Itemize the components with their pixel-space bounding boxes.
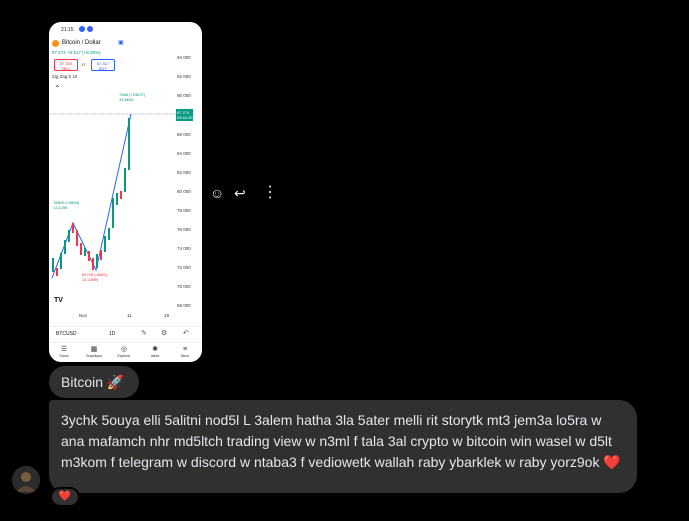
- chart-screenshot-image[interactable]: 21:15 Bitcoin / Dollar ▣ 87 274 +6 517 (…: [49, 22, 202, 362]
- price-change: 87 274 +6 517 (+8.06%): [52, 50, 101, 55]
- reply-icon[interactable]: ↩: [234, 184, 246, 202]
- message-text: 3ychk 5ouya elli 5alitni nod5l L 3alem h…: [61, 412, 621, 470]
- tab-idees: ✺ Idées: [142, 345, 168, 358]
- pen-icon: ✎: [141, 330, 147, 337]
- status-bar: 21:15: [49, 22, 202, 36]
- y-tick: 78 000: [177, 208, 191, 213]
- avatar[interactable]: [12, 466, 40, 494]
- chart-icon: ▦: [90, 346, 98, 353]
- y-tick: 68 000: [177, 303, 191, 308]
- y-tick: 84 000: [177, 151, 191, 156]
- lightbulb-icon: ✺: [152, 346, 158, 353]
- list-icon: ☰: [60, 346, 68, 353]
- heart-icon: ❤️: [58, 491, 72, 502]
- annotation-low: 66795 (-6882) 12.24MN: [82, 272, 108, 282]
- y-tick: 72 000: [177, 265, 191, 270]
- y-tick: 80 000: [177, 189, 191, 194]
- bitcoin-icon: [52, 40, 59, 47]
- x-tick: Nov: [79, 313, 88, 318]
- bottom-tab-bar: ☰ Suivis ▦ Graphique ◎ Explorer ✺ Idées …: [49, 342, 202, 362]
- pair-name: Bitcoin / Dollar: [62, 40, 101, 46]
- tab-explorer: ◎ Explorer: [111, 345, 137, 358]
- watchlist-icon: ▣: [118, 40, 124, 46]
- menu-icon: ≡: [182, 346, 188, 353]
- candles: [52, 118, 130, 276]
- y-tick: 90 000: [177, 93, 191, 98]
- x-tick: 11: [127, 313, 132, 318]
- notification-icon: [79, 26, 85, 32]
- compass-icon: ◎: [120, 346, 128, 353]
- tab-graphique: ▦ Graphique: [81, 345, 107, 358]
- y-tick: 76 000: [177, 227, 191, 232]
- message-actions: ☺ ↩ ⋮: [210, 184, 280, 202]
- symbol-toolbar: BTCUSD 1D ✎ ⚙ ↶: [49, 326, 202, 340]
- status-time: 21:15: [61, 27, 74, 33]
- y-tick: 86 000: [177, 132, 191, 137]
- zigzag-line: [51, 113, 132, 279]
- annotation-mid: 78800 (+9800) 12.125K: [53, 200, 80, 210]
- symbol-label: BTCUSD: [56, 331, 77, 337]
- more-options-icon[interactable]: ⋮: [262, 184, 278, 202]
- message-bubble[interactable]: 3ychk 5ouya elli 5alitni nod5l L 3alem h…: [49, 400, 637, 493]
- y-tick: 92 000: [177, 74, 191, 79]
- react-smiley-icon[interactable]: ☺: [210, 184, 224, 202]
- annotation-top: 7588 (+23637) 33.881K: [119, 92, 146, 102]
- y-tick: 70 000: [177, 284, 191, 289]
- timeframe-label: 1D: [109, 331, 116, 337]
- y-tick: 94 000: [177, 55, 191, 60]
- x-tick: 19: [164, 313, 170, 318]
- y-tick: 74 000: [177, 246, 191, 251]
- undo-icon: ↶: [183, 330, 189, 337]
- tab-menu: ≡ Menu: [172, 345, 198, 358]
- y-tick: 82 000: [177, 170, 191, 175]
- settings-icon: ⚙: [161, 330, 168, 337]
- price-badge: 87 274 05:44:39: [176, 109, 193, 121]
- message-bubble[interactable]: Bitcoin 🚀: [49, 366, 139, 398]
- tab-suivis: ☰ Suivis: [51, 345, 77, 358]
- tradingview-logo: TV: [54, 297, 63, 304]
- heart-reaction[interactable]: ❤️: [50, 487, 80, 507]
- message-text: Bitcoin 🚀: [61, 374, 125, 390]
- profile-icon: [87, 26, 93, 32]
